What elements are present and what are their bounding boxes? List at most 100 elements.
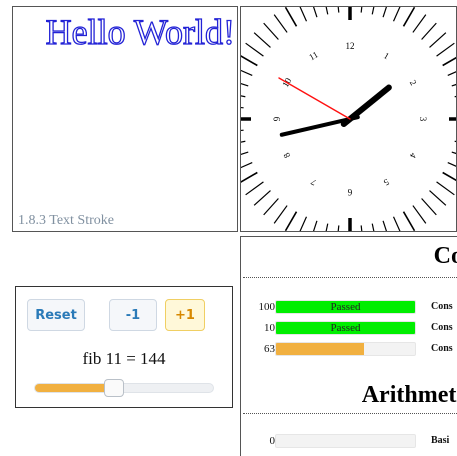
clock-tick bbox=[241, 106, 244, 109]
section-title-constructors: Co bbox=[433, 243, 457, 269]
clock-tick bbox=[312, 7, 318, 18]
clock-tick bbox=[241, 129, 244, 132]
text-stroke-caption: 1.8.3 Text Stroke bbox=[18, 213, 114, 228]
test-count: 63 bbox=[264, 343, 275, 355]
clock-tick bbox=[429, 32, 447, 48]
clock-hour-label: 11 bbox=[307, 49, 320, 62]
test-status-label: Passed bbox=[330, 322, 361, 334]
test-results-panel: Co 100 Passed Cons 10 Passed Cons 63 Con… bbox=[240, 236, 457, 456]
test-row: 100 Passed Cons bbox=[241, 299, 457, 315]
clock-tick bbox=[263, 22, 279, 40]
test-progress-bar: Passed bbox=[275, 321, 416, 335]
test-progress-bar bbox=[275, 434, 416, 448]
test-count: 100 bbox=[258, 301, 276, 313]
clock-hour-label: 1 bbox=[382, 50, 391, 61]
test-row: 63 Cons bbox=[241, 341, 457, 357]
clock-tick bbox=[436, 181, 455, 196]
clock-tick bbox=[241, 140, 246, 143]
clock-hour-label: 6 bbox=[347, 187, 352, 197]
clock-tick bbox=[241, 82, 249, 87]
clock-tick bbox=[442, 171, 456, 182]
clock-hour-label: 7 bbox=[309, 176, 318, 187]
reset-button[interactable]: Reset bbox=[27, 299, 85, 331]
clock-hour-label: 9 bbox=[272, 116, 282, 121]
clock-tick bbox=[402, 7, 416, 27]
test-status-label: Passed bbox=[330, 301, 361, 313]
clock-tick bbox=[447, 71, 456, 77]
clock-tick bbox=[371, 223, 375, 231]
clock-tick bbox=[253, 32, 271, 48]
clock-minute-hand bbox=[279, 115, 360, 137]
clock-tick bbox=[360, 7, 363, 13]
clock-hour-label: 2 bbox=[408, 78, 419, 87]
clock-tick bbox=[241, 69, 253, 77]
clock-tick bbox=[284, 7, 298, 27]
clock-tick bbox=[245, 181, 264, 196]
decrement-button[interactable]: -1 bbox=[109, 299, 157, 331]
clock-tick bbox=[451, 151, 456, 155]
clock-tick bbox=[429, 190, 447, 206]
clock-tick bbox=[421, 22, 437, 40]
clock-tick bbox=[451, 83, 456, 87]
test-row: 10 Passed Cons bbox=[241, 320, 457, 336]
slider-thumb[interactable] bbox=[104, 379, 125, 397]
slider-fill bbox=[35, 384, 115, 392]
fib-counter-panel: Reset -1 +1 fib 11 = 144 bbox=[15, 286, 233, 408]
clock-tick bbox=[360, 225, 363, 231]
clock-tick bbox=[241, 151, 249, 156]
clock-tick bbox=[402, 211, 416, 231]
clock-tick bbox=[392, 216, 401, 231]
clock-tick bbox=[412, 14, 427, 33]
clock-tick bbox=[325, 7, 329, 15]
test-count: 10 bbox=[264, 322, 275, 334]
section-title-arithmetic: Arithmeti bbox=[361, 382, 457, 408]
test-progress-fill bbox=[276, 343, 364, 355]
test-row: 0 Basi bbox=[241, 433, 457, 449]
clock-tick bbox=[284, 211, 298, 231]
clock-tick bbox=[273, 205, 288, 224]
clock-tick bbox=[436, 42, 455, 57]
fib-slider[interactable] bbox=[34, 379, 214, 397]
clock-hour-label: 8 bbox=[281, 151, 292, 160]
clock-second-hand bbox=[278, 77, 351, 120]
clock-tick bbox=[371, 7, 375, 15]
hello-world-panel: Hello World! 1.8.3 Text Stroke bbox=[12, 6, 238, 232]
clock-tick bbox=[421, 198, 437, 216]
analog-clock: 121234567891011 bbox=[241, 7, 456, 231]
clock-tick bbox=[299, 216, 308, 231]
clock-tick bbox=[253, 190, 271, 206]
increment-button[interactable]: +1 bbox=[165, 299, 205, 331]
test-progress-bar bbox=[275, 342, 416, 356]
clock-tick bbox=[241, 55, 258, 67]
test-progress-bar: Passed bbox=[275, 300, 416, 314]
clock-tick bbox=[325, 223, 329, 231]
test-name: Cons bbox=[431, 322, 453, 333]
test-name: Basi bbox=[431, 435, 450, 446]
clock-tick bbox=[299, 7, 308, 22]
test-name: Cons bbox=[431, 301, 453, 312]
section-divider bbox=[243, 277, 457, 278]
clock-tick bbox=[337, 7, 340, 13]
clock-tick bbox=[392, 7, 401, 22]
section-divider bbox=[243, 413, 457, 414]
clock-tick bbox=[241, 95, 246, 98]
clock-hour-label: 3 bbox=[418, 117, 428, 122]
clock-tick bbox=[382, 7, 388, 18]
clock-tick bbox=[382, 220, 388, 231]
clock-tick bbox=[312, 220, 318, 231]
clock-tick bbox=[337, 225, 340, 231]
clock-panel: 121234567891011 bbox=[240, 6, 457, 232]
clock-tick bbox=[412, 205, 427, 224]
clock-tick bbox=[263, 198, 279, 216]
clock-hour-label: 12 bbox=[346, 41, 355, 51]
clock-hour-label: 5 bbox=[382, 177, 391, 188]
clock-tick bbox=[245, 42, 264, 57]
clock-hour-label: 4 bbox=[407, 151, 418, 160]
clock-tick bbox=[241, 171, 258, 183]
clock-tick bbox=[241, 161, 253, 169]
clock-tick bbox=[273, 14, 288, 33]
hello-world-title: Hello World! bbox=[45, 11, 236, 52]
clock-tick bbox=[447, 161, 456, 167]
test-name: Cons bbox=[431, 343, 453, 354]
fib-result-text: fib 11 = 144 bbox=[82, 349, 166, 368]
